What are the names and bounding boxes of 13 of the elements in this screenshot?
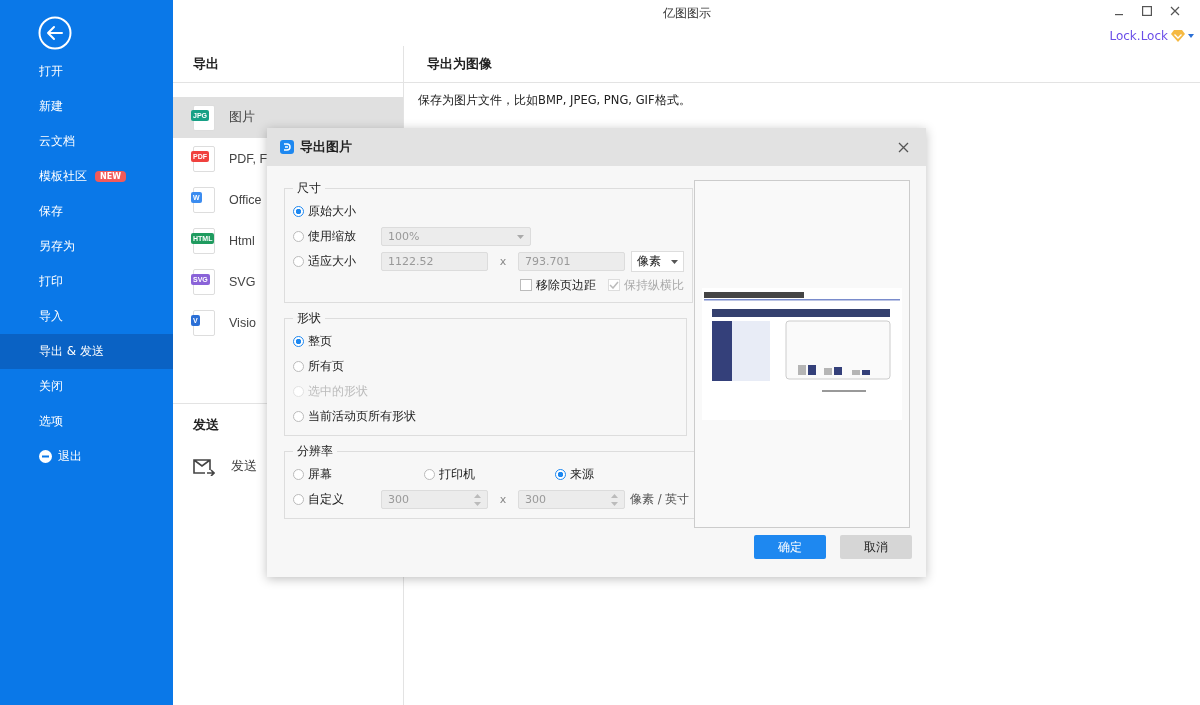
dialog-title: 导出图片: [300, 138, 352, 156]
window-title: 亿图图示: [662, 5, 711, 22]
times-sign: x: [498, 255, 508, 268]
section-heading: 导出: [173, 46, 403, 83]
section-heading: 导出为图像: [404, 46, 1200, 83]
unit-label: 像素 / 英寸: [630, 492, 690, 507]
description-text: 保存为图片文件，比如BMP, JPEG, PNG, GIF格式。: [418, 93, 692, 108]
group-label: 形状: [296, 310, 322, 327]
section-heading: 发送: [192, 416, 220, 434]
group-label: 分辨率: [296, 443, 334, 460]
new-badge: NEW: [95, 171, 126, 182]
times-sign: x: [498, 493, 508, 506]
group-label: 尺寸: [296, 180, 322, 197]
